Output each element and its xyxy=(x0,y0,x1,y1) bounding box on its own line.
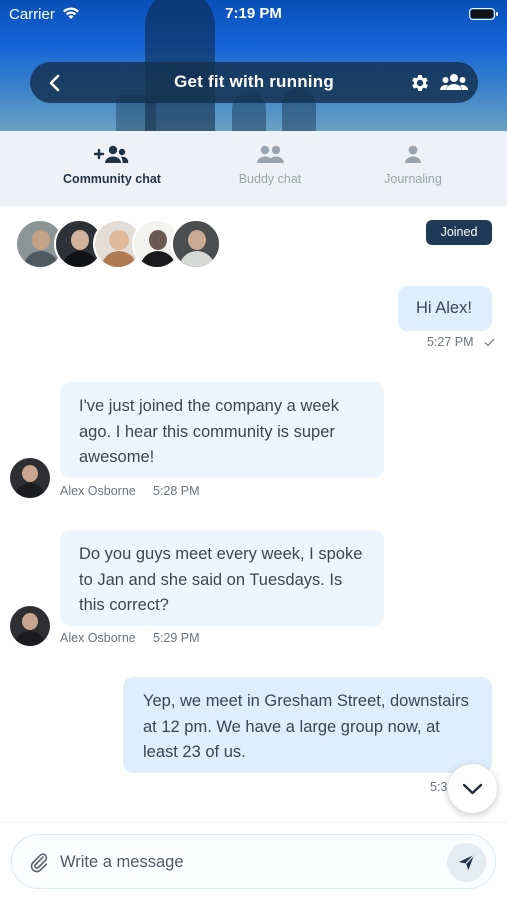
tab-community-chat[interactable]: Community chat xyxy=(32,131,192,206)
message-time: 5:3 xyxy=(430,780,448,794)
tab-label: Buddy chat xyxy=(238,172,302,186)
joined-badge[interactable]: Joined xyxy=(426,220,492,245)
message-composer-bar xyxy=(0,822,507,900)
clock: 7:19 PM xyxy=(225,5,282,22)
message-bubble-incoming: I've just joined the company a week ago.… xyxy=(60,382,384,478)
two-people-icon xyxy=(257,145,284,163)
sender-avatar[interactable] xyxy=(10,606,50,646)
tab-label: Community chat xyxy=(63,172,161,186)
add-group-icon xyxy=(94,145,129,163)
message-time: 5:29 PM xyxy=(153,631,200,645)
battery-icon xyxy=(469,8,498,20)
message-composer xyxy=(11,834,496,889)
message-input[interactable] xyxy=(60,847,440,877)
send-button[interactable] xyxy=(447,843,486,882)
message-bubble-outgoing: Hi Alex! xyxy=(398,286,492,331)
message-time: 5:27 PM xyxy=(427,335,474,349)
scroll-to-bottom-button[interactable] xyxy=(448,764,497,813)
chevron-down-icon xyxy=(462,783,483,795)
members-icon[interactable] xyxy=(440,71,468,95)
avatar xyxy=(171,219,221,269)
message-bubble-incoming: Do you guys meet every week, I spoke to … xyxy=(60,530,384,626)
title-bar: Get fit with running xyxy=(30,62,478,103)
header-banner: Carrier 7:19 PM Get fit with running xyxy=(0,0,507,131)
send-icon xyxy=(458,854,475,871)
paperclip-icon[interactable] xyxy=(28,851,50,873)
member-avatars[interactable] xyxy=(15,219,235,269)
tab-journaling[interactable]: Journaling xyxy=(333,131,493,206)
message-sender: Alex Osborne xyxy=(60,631,136,645)
person-icon xyxy=(405,145,421,163)
gear-icon[interactable] xyxy=(409,72,431,94)
chat-tabs: Community chat Buddy chat Journaling xyxy=(0,131,507,206)
sender-avatar[interactable] xyxy=(10,458,50,498)
message-sender: Alex Osborne xyxy=(60,484,136,498)
tab-buddy-chat[interactable]: Buddy chat xyxy=(190,131,350,206)
message-bubble-outgoing: Yep, we meet in Gresham Street, downstai… xyxy=(123,677,492,773)
checkmark-icon xyxy=(484,338,495,347)
status-bar: Carrier 7:19 PM xyxy=(0,0,507,28)
message-time: 5:28 PM xyxy=(153,484,200,498)
tab-label: Journaling xyxy=(384,172,442,186)
